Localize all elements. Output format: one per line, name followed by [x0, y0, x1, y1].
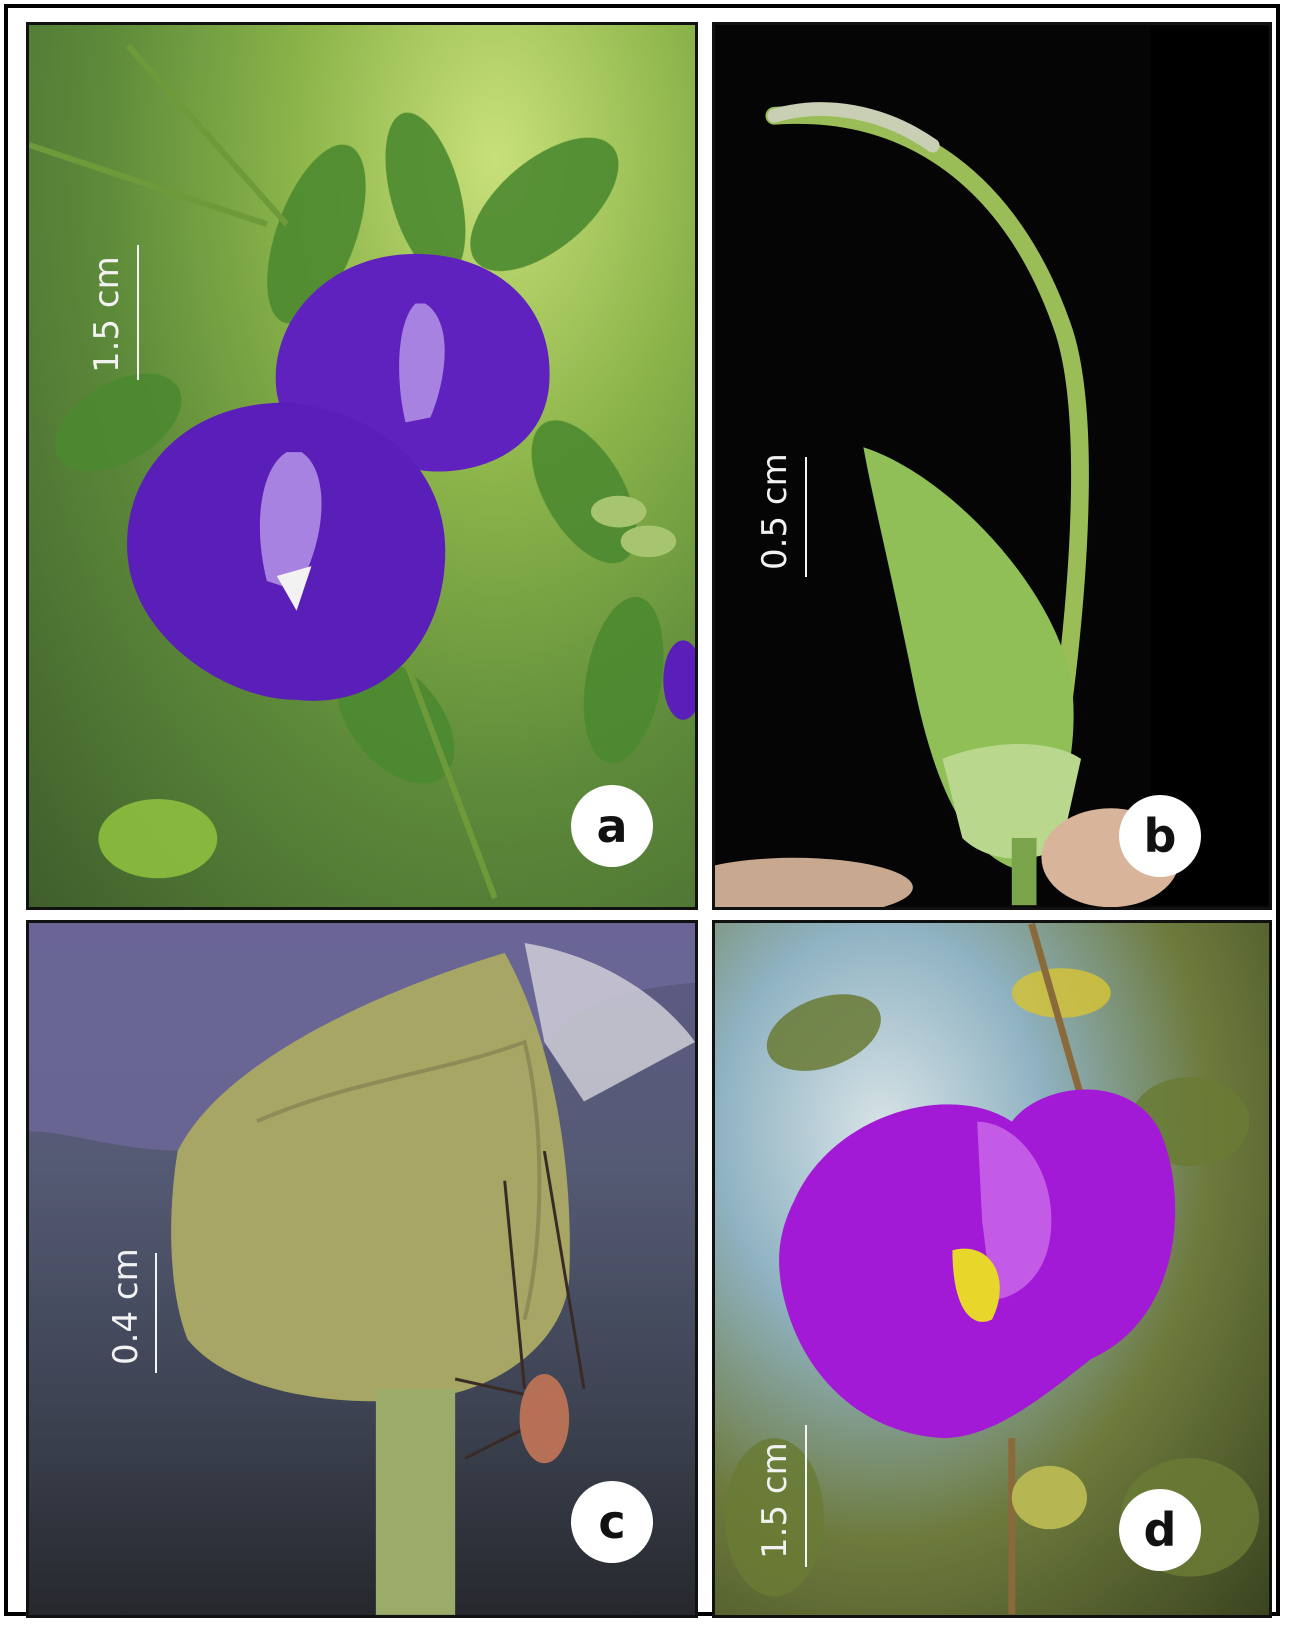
figure-frame: 1.5 cm a 0.5 cm b 0.4 cm c 1.5 cm d	[4, 4, 1280, 1618]
photo-panel-a: 1.5 cm a	[26, 22, 698, 910]
scale-label-b: 0.5 cm	[755, 453, 795, 570]
scale-label-c: 0.4 cm	[106, 1248, 146, 1365]
panel-label-c: c	[571, 1481, 653, 1563]
calyx-style-photo-b	[715, 26, 1269, 907]
scale-bar-a	[137, 245, 139, 380]
flower-photo-a	[29, 43, 695, 900]
photo-panel-b: 0.5 cm b	[712, 22, 1272, 910]
scale-bar-b	[805, 457, 807, 577]
photo-panel-d: 1.5 cm d	[712, 920, 1272, 1618]
scale-label-a: 1.5 cm	[87, 256, 127, 373]
scale-bar-c	[155, 1253, 157, 1373]
scale-label-d: 1.5 cm	[755, 1442, 795, 1559]
panel-label-d: d	[1119, 1489, 1201, 1571]
photo-panel-c: 0.4 cm c	[26, 920, 698, 1618]
scale-bar-d	[805, 1425, 807, 1567]
panel-label-b: b	[1119, 795, 1201, 877]
panel-label-a: a	[571, 785, 653, 867]
